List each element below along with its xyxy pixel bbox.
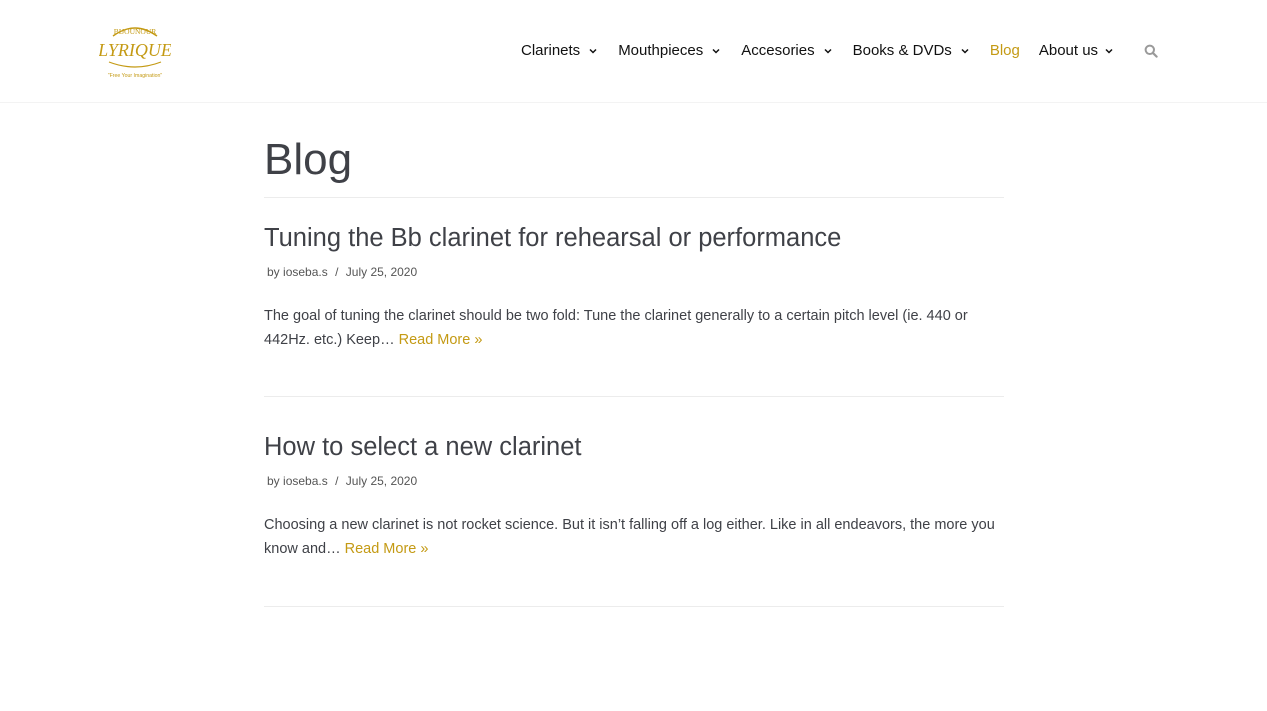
- post-excerpt: The goal of tuning the clarinet should b…: [264, 304, 1004, 352]
- nav-item-label: Accesories: [741, 42, 815, 59]
- site-header: BIJOUNOUR LYRIQUE "Free Your Imagination…: [0, 0, 1267, 103]
- nav-item-label: About us: [1038, 42, 1099, 59]
- meta-separator: /: [335, 474, 339, 488]
- post-meta: by ioseba.s / July 25, 2020: [267, 264, 1004, 280]
- read-more-link[interactable]: Read More »: [399, 332, 483, 348]
- post-title[interactable]: Tuning the Bb clarinet for rehearsal or …: [264, 222, 1004, 254]
- divider: [264, 396, 1004, 397]
- page-title: Blog: [264, 135, 353, 184]
- blog-post: Tuning the Bb clarinet for rehearsal or …: [264, 222, 1004, 352]
- post-date: July 25, 2020: [345, 265, 418, 279]
- chevron-down-icon: [1105, 48, 1113, 54]
- post-excerpt-text: The goal of tuning the clarinet should b…: [264, 308, 968, 348]
- main-nav: Clarinets Mouthpieces Accesories Books &…: [521, 41, 1114, 61]
- post-date: July 25, 2020: [345, 474, 418, 488]
- site-logo[interactable]: BIJOUNOUR LYRIQUE "Free Your Imagination…: [99, 22, 171, 80]
- chevron-down-icon: [712, 48, 720, 54]
- divider: [264, 197, 1004, 198]
- nav-item-label: Mouthpieces: [618, 42, 704, 59]
- search-icon[interactable]: [1144, 44, 1158, 58]
- chevron-down-icon: [589, 48, 597, 54]
- nav-item-clarinets[interactable]: Clarinets: [521, 41, 598, 61]
- post-by-label: by: [267, 474, 280, 488]
- chevron-down-icon: [961, 48, 969, 54]
- logo-main-text: LYRIQUE: [99, 40, 171, 60]
- nav-item-about-us[interactable]: About us: [1039, 41, 1114, 61]
- read-more-link[interactable]: Read More »: [345, 541, 429, 557]
- meta-separator: /: [335, 265, 339, 279]
- post-title[interactable]: How to select a new clarinet: [264, 431, 1004, 463]
- chevron-down-icon: [824, 48, 832, 54]
- divider: [264, 606, 1004, 607]
- nav-item-label: Books & DVDs: [852, 42, 952, 59]
- post-by-label: by: [267, 265, 280, 279]
- nav-item-blog[interactable]: Blog: [990, 41, 1020, 61]
- nav-item-label: Blog: [989, 42, 1020, 59]
- post-author-link[interactable]: ioseba.s: [283, 474, 328, 488]
- nav-item-mouthpieces[interactable]: Mouthpieces: [618, 41, 721, 61]
- nav-item-label: Clarinets: [521, 42, 581, 59]
- blog-post: How to select a new clarinet by ioseba.s…: [264, 431, 1004, 561]
- post-meta: by ioseba.s / July 25, 2020: [267, 473, 1004, 489]
- post-author-link[interactable]: ioseba.s: [283, 265, 328, 279]
- logo-graphic: BIJOUNOUR LYRIQUE "Free Your Imagination…: [99, 27, 171, 79]
- logo-tagline: "Free Your Imagination": [108, 73, 163, 79]
- post-excerpt: Choosing a new clarinet is not rocket sc…: [264, 513, 1004, 561]
- logo-top-text: BIJOUNOUR: [114, 27, 157, 36]
- nav-item-accesories[interactable]: Accesories: [741, 41, 832, 61]
- nav-item-books-dvds[interactable]: Books & DVDs: [853, 41, 970, 61]
